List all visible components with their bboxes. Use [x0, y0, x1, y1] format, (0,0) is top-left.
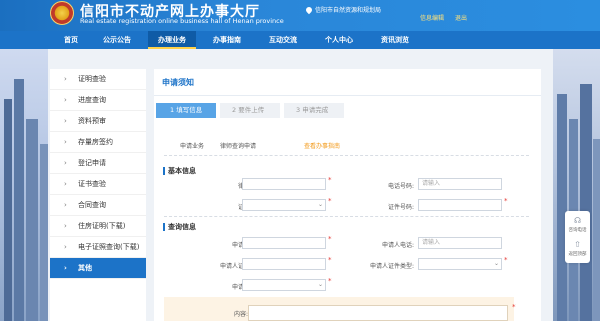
sidebar-item-registration-apply[interactable]: › 登记申请 — [50, 153, 146, 174]
applicant-phone-input[interactable]: 请输入 — [418, 237, 502, 249]
nav-interaction[interactable]: 互动交流 — [262, 31, 304, 49]
chevron-right-icon: › — [64, 201, 67, 209]
required-marker: * — [328, 197, 332, 205]
arrow-up-icon[interactable]: ⇧ — [573, 240, 582, 249]
applicant-type-select[interactable]: ⌄ — [242, 279, 326, 291]
nav-guide[interactable]: 办事指南 — [206, 31, 248, 49]
nav-business[interactable]: 办理业务 — [148, 31, 196, 49]
headset-icon[interactable]: ☊ — [573, 216, 582, 225]
location-label: 信阳市自然资源和规划局 — [315, 7, 382, 14]
required-marker: * — [328, 235, 332, 243]
user-link[interactable]: 信息编辑 — [420, 13, 444, 22]
sidebar-item-other[interactable]: › 其他 — [50, 258, 146, 279]
nav-home[interactable]: 首页 — [56, 31, 86, 49]
content-label: 内容: — [234, 311, 249, 318]
nav-personal-center[interactable]: 个人中心 — [318, 31, 360, 49]
sidebar-item-e-license-query[interactable]: › 电子证照查询(下载) — [50, 237, 146, 258]
sidebar-item-certificate-verify[interactable]: › 证明查验 — [50, 69, 146, 90]
logout-link[interactable]: 退出 — [455, 13, 467, 22]
site-subtitle: Real estate registration online business… — [80, 17, 284, 25]
applicant-name-input[interactable] — [242, 237, 326, 249]
section-basic-info: 基本信息 — [163, 167, 196, 175]
chevron-down-icon: ⌄ — [317, 281, 323, 288]
id-number-input[interactable] — [418, 199, 502, 211]
chevron-right-icon: › — [64, 96, 67, 104]
national-emblem-icon — [50, 1, 74, 25]
site-header: 信阳市不动产网上办事大厅 Real estate registration on… — [0, 0, 600, 31]
required-marker: * — [328, 256, 332, 264]
section-query-info: 查询信息 — [163, 223, 196, 231]
required-marker: * — [504, 256, 508, 264]
required-marker: * — [512, 303, 516, 311]
divider — [164, 155, 529, 156]
required-marker: * — [504, 197, 508, 205]
applicant-id-type-select[interactable]: ⌄ — [418, 258, 502, 270]
step-fill-info: 1 填写信息 — [156, 103, 216, 118]
chevron-right-icon: › — [64, 138, 67, 146]
title-divider — [154, 95, 541, 96]
nav-news[interactable]: 资讯浏览 — [374, 31, 416, 49]
application-panel: 申请须知 1 填写信息 2 要件上传 3 申请完成 申请业务 律师查询申请 查看… — [154, 69, 541, 321]
phone-input[interactable]: 请输入 — [418, 178, 502, 190]
sidebar-item-contract-query[interactable]: › 合同查询 — [50, 195, 146, 216]
sidebar-item-housing-proof-download[interactable]: › 住房证明(下载) — [50, 216, 146, 237]
business-label: 申请业务 — [180, 143, 205, 150]
business-value: 律师查询申请 — [220, 143, 257, 150]
required-marker: * — [328, 176, 332, 184]
sidebar-menu: › 证明查验 › 进度查询 › 资料预审 › 存量房签约 › 登记申请 › 证书查验 › 合同… — [50, 69, 146, 321]
floating-toolbar: ☊ 咨询电话 ⇧ 返回顶部 — [565, 211, 590, 263]
chevron-right-icon: › — [64, 264, 67, 272]
location-indicator[interactable]: 信阳市自然资源和规划局 — [304, 5, 382, 14]
back-to-top-label[interactable]: 返回顶部 — [565, 251, 590, 257]
chevron-right-icon: › — [64, 117, 67, 125]
chevron-right-icon: › — [64, 75, 67, 83]
nav-announcements[interactable]: 公示公告 — [96, 31, 138, 49]
chevron-right-icon: › — [64, 180, 67, 188]
divider — [164, 216, 529, 217]
lawyer-name-input[interactable] — [242, 178, 326, 190]
phone-label: 电话号码: — [387, 183, 414, 190]
step-upload-docs: 2 要件上传 — [220, 103, 280, 118]
chevron-down-icon: ⌄ — [493, 260, 499, 267]
id-number-label: 证件号码: — [387, 204, 414, 211]
sidebar-item-pre-review[interactable]: › 资料预审 — [50, 111, 146, 132]
sidebar-item-existing-housing-contract[interactable]: › 存量房签约 — [50, 132, 146, 153]
applicant-id-number-input[interactable] — [242, 258, 326, 270]
id-type-select[interactable]: ⌄ — [242, 199, 326, 211]
chevron-right-icon: › — [64, 159, 67, 167]
chevron-right-icon: › — [64, 243, 67, 251]
sidebar-item-progress-query[interactable]: › 进度查询 — [50, 90, 146, 111]
city-background-right — [553, 49, 600, 321]
guide-link[interactable]: 查看办事指南 — [304, 141, 340, 150]
content-textarea[interactable] — [248, 305, 508, 321]
required-marker: * — [328, 277, 332, 285]
city-background-left — [0, 49, 48, 321]
applicant-id-type-label: 申请人证件类型: — [369, 263, 414, 270]
chevron-down-icon: ⌄ — [317, 201, 323, 208]
applicant-phone-label: 申请人电话: — [381, 242, 414, 249]
location-pin-icon — [304, 5, 314, 14]
consult-phone-label[interactable]: 咨询电话 — [565, 227, 590, 233]
panel-title: 申请须知 — [162, 78, 194, 87]
step-complete: 3 申请完成 — [284, 103, 344, 118]
sidebar-item-certificate-check[interactable]: › 证书查验 — [50, 174, 146, 195]
chevron-right-icon: › — [64, 222, 67, 230]
main-nav: 首页 公示公告 办理业务 办事指南 互动交流 个人中心 资讯浏览 — [0, 31, 600, 49]
